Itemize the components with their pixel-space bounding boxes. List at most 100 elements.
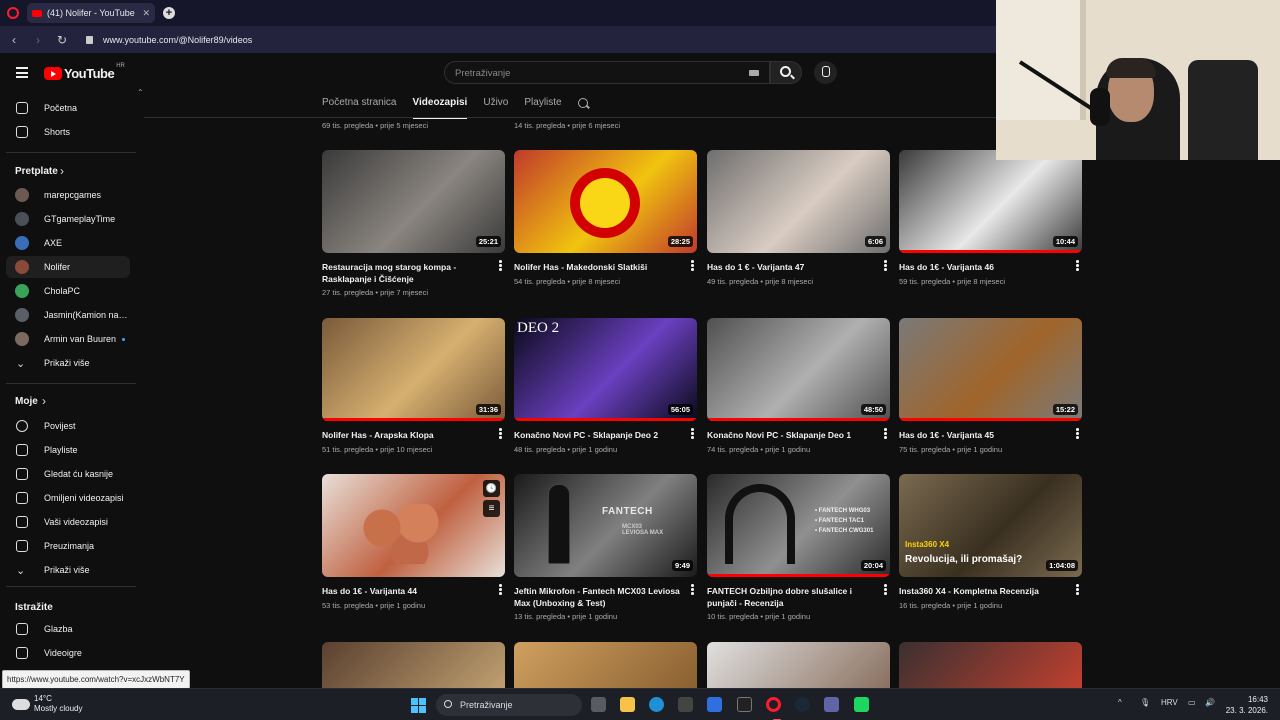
sidebar-item-shorts[interactable]: Shorts [6, 121, 130, 143]
video-thumbnail[interactable]: 1:04:08 Insta360 X4 Revolucija, ili promaš… [899, 474, 1082, 577]
video-thumbnail[interactable]: 9:49 FANTECH MCX03 LEVIOSA MAX [514, 474, 697, 577]
video-thumbnail[interactable] [514, 642, 697, 688]
more-actions-icon[interactable] [884, 260, 887, 272]
sidebar-item-home[interactable]: Početna [6, 97, 130, 119]
weather-widget[interactable]: 14°C Mostly cloudy [12, 694, 82, 714]
more-actions-icon[interactable] [884, 584, 887, 596]
video-card[interactable]: 20:04 • FANTECH WHG03 • FANTECH TAC1 • FA… [707, 474, 890, 621]
you-heading[interactable]: Moje [15, 396, 38, 407]
tab-videos[interactable]: Videozapisi [412, 97, 468, 119]
file-explorer-icon[interactable] [620, 697, 635, 712]
more-actions-icon[interactable] [499, 260, 502, 272]
network-icon[interactable]: ▭ [1188, 698, 1196, 707]
keyboard-icon[interactable] [749, 70, 759, 76]
browser-tab[interactable]: (41) Nolifer - YouTube ✕ [27, 3, 155, 23]
sidebar-item-like[interactable]: Omiljeni videozapisi [6, 487, 130, 509]
search-button[interactable] [770, 61, 802, 84]
video-thumbnail[interactable]: 20:04 • FANTECH WHG03 • FANTECH TAC1 • FA… [707, 474, 890, 577]
video-title[interactable]: Jeftin Mikrofon - Fantech MCX03 Leviosa … [514, 586, 682, 609]
mail-icon[interactable] [707, 697, 722, 712]
sidebar-item-subscription[interactable]: Armin van Buuren [6, 328, 130, 350]
chevron-up-icon[interactable]: ^ [1118, 698, 1122, 707]
video-card[interactable]: 31:36 Nolifer Has - Arapska Klopa 51 tis. … [322, 318, 505, 454]
video-card[interactable]: 10:44 Has do 1€ - Varijanta 46 59 tis. pre… [899, 150, 1082, 286]
video-thumbnail[interactable]: 25:21 [322, 150, 505, 253]
sidebar-item-chevron-down[interactable]: ⌄ Prikaži više [6, 559, 130, 581]
sidebar-item-download[interactable]: Preuzimanja [6, 535, 130, 557]
video-title[interactable]: Has do 1€ - Varijanta 44 [322, 586, 490, 598]
new-tab-icon[interactable]: + [163, 7, 175, 19]
app-icon[interactable] [854, 697, 869, 712]
sidebar-item-subscription[interactable]: Nolifer [6, 256, 130, 278]
start-icon[interactable] [411, 698, 426, 713]
sidebar-item-history[interactable]: Povijest [6, 415, 130, 437]
video-card[interactable]: 6:06 Has do 1 € - Varijanta 47 49 tis. pre… [707, 150, 890, 286]
more-actions-icon[interactable] [1076, 428, 1079, 440]
search-input[interactable]: Pretraživanje [444, 61, 770, 84]
video-thumbnail[interactable]: 56:05 DEO 2 [514, 318, 697, 421]
video-card[interactable]: 1:04:08 Insta360 X4 Revolucija, ili promaš… [899, 474, 1082, 610]
video-title[interactable]: Nolifer Has - Arapska Klopa [322, 430, 490, 442]
taskbar-search[interactable]: Pretraživanje [436, 694, 582, 716]
menu-icon[interactable] [16, 67, 28, 81]
video-thumbnail[interactable]: 6:06 [707, 150, 890, 253]
video-title[interactable]: Konačno Novi PC - Sklapanje Deo 1 [707, 430, 875, 442]
watch-later-icon[interactable]: 🕓 [483, 480, 500, 497]
teams-icon[interactable] [824, 697, 839, 712]
sidebar-item-gaming[interactable]: Videoigre [6, 642, 130, 664]
sidebar-item-show-more[interactable]: ⌄ Prikaži više [6, 352, 130, 374]
video-card[interactable]: 15:22 Has do 1€ - Varijanta 45 75 tis. pre… [899, 318, 1082, 454]
video-thumbnail[interactable] [707, 642, 890, 688]
sidebar-item-playlist[interactable]: Playliste [6, 439, 130, 461]
video-title[interactable]: Has do 1€ - Varijanta 45 [899, 430, 1067, 442]
video-thumbnail[interactable]: 28:25 [514, 150, 697, 253]
chevron-up-icon[interactable]: ⌃ [137, 88, 144, 97]
sidebar-item-your-videos[interactable]: Vaši videozapisi [6, 511, 130, 533]
sidebar-item-subscription[interactable]: Jasmin(Kamion na ... [6, 304, 130, 326]
microphone-icon[interactable]: 🎙 [1140, 698, 1150, 707]
close-tab-icon[interactable]: ✕ [142, 8, 150, 19]
url-field[interactable]: www.youtube.com/@Nolifer89/videos [86, 35, 252, 45]
store-icon[interactable] [678, 697, 693, 712]
video-title[interactable]: FANTECH Ozbiljno dobre slušalice i punja… [707, 586, 875, 609]
more-actions-icon[interactable] [691, 584, 694, 596]
video-title[interactable]: Konačno Novi PC - Sklapanje Deo 2 [514, 430, 682, 442]
sidebar-item-subscription[interactable]: CholaPC [6, 280, 130, 302]
video-thumbnail[interactable]: 🕓 ≡ [322, 474, 505, 577]
language-indicator[interactable]: HRV [1161, 698, 1178, 707]
sidebar-item-subscription[interactable]: AXE [6, 232, 130, 254]
video-thumbnail[interactable]: 10:44 [899, 150, 1082, 253]
video-thumbnail[interactable]: 48:50 [707, 318, 890, 421]
steam-icon[interactable] [795, 697, 810, 712]
more-actions-icon[interactable] [499, 428, 502, 440]
add-to-queue-icon[interactable]: ≡ [483, 500, 500, 517]
epic-games-icon[interactable] [737, 697, 752, 712]
task-view-icon[interactable] [591, 697, 606, 712]
channel-search-icon[interactable] [577, 98, 588, 108]
video-title[interactable]: Has do 1 € - Varijanta 47 [707, 262, 875, 274]
clock[interactable]: 16:43 23. 3. 2026. [1224, 694, 1268, 716]
back-icon[interactable]: ‹ [4, 33, 24, 47]
tab-playlists[interactable]: Playliste [524, 97, 561, 119]
more-actions-icon[interactable] [691, 428, 694, 440]
reload-icon[interactable]: ↻ [52, 33, 72, 47]
video-card[interactable]: 56:05 DEO 2 Konačno Novi PC - Sklapanje De… [514, 318, 697, 454]
forward-icon[interactable]: › [28, 33, 48, 47]
video-thumbnail[interactable] [322, 642, 505, 688]
more-actions-icon[interactable] [1076, 584, 1079, 596]
tab-home[interactable]: Početna stranica [322, 97, 397, 119]
video-card[interactable]: 48:50 Konačno Novi PC - Sklapanje Deo 1 74… [707, 318, 890, 454]
video-title[interactable]: Nolifer Has - Makedonski Slatkiši [514, 262, 682, 274]
sidebar-item-music[interactable]: Glazba [6, 618, 130, 640]
tab-live[interactable]: Uživo [483, 97, 508, 119]
video-thumbnail[interactable]: 15:22 [899, 318, 1082, 421]
voice-search-icon[interactable] [814, 61, 837, 84]
sidebar-item-subscription[interactable]: GTgameplayTime [6, 208, 130, 230]
subscriptions-heading[interactable]: Pretplate [15, 166, 58, 177]
video-card[interactable]: 9:49 FANTECH MCX03 LEVIOSA MAX Jeftin Mikro… [514, 474, 697, 621]
sidebar-item-subscription[interactable]: marepcgames [6, 184, 130, 206]
opera-icon[interactable] [766, 697, 781, 720]
opera-logo-icon[interactable] [7, 7, 19, 19]
more-actions-icon[interactable] [1076, 260, 1079, 272]
video-card[interactable]: 25:21 Restauracija mog starog kompa - Ras… [322, 150, 505, 297]
